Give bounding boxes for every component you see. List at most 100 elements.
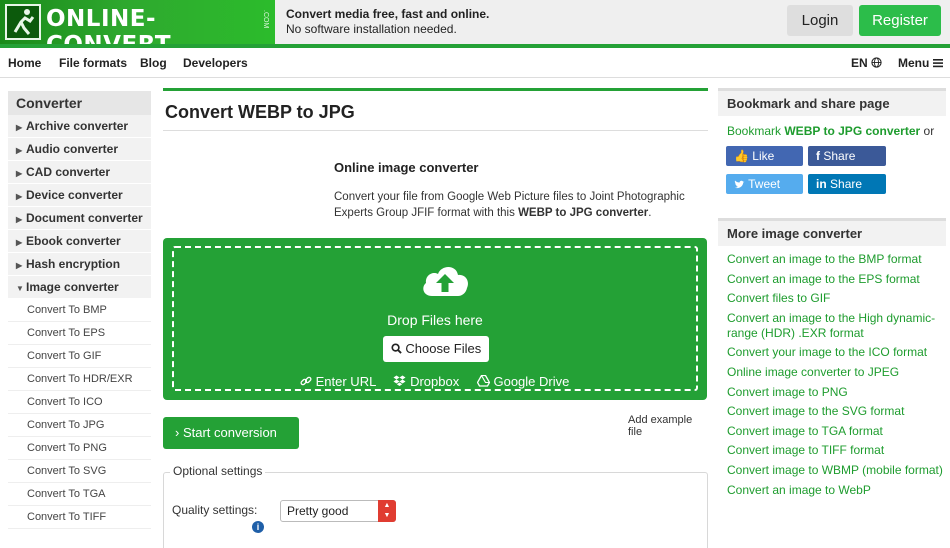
dropbox-link[interactable]: Dropbox xyxy=(393,374,462,389)
bookmark-title: Bookmark and share page xyxy=(718,88,946,116)
bookmark-link[interactable]: WEBP to JPG converter xyxy=(784,124,920,138)
converter-link-jpeg[interactable]: Online image converter to JPEG xyxy=(727,365,946,380)
main-content: Convert WEBP to JPG Online image convert… xyxy=(163,88,708,548)
share-row-1: 👍 Like 110K f Share xyxy=(718,146,946,183)
enter-url-label: Enter URL xyxy=(315,374,376,389)
converter-link-gif[interactable]: Convert files to GIF xyxy=(727,291,946,306)
tweet-label: Tweet xyxy=(748,177,781,191)
caret-right-icon: ▶ xyxy=(16,123,23,132)
sidebar-item-label: Document converter xyxy=(26,211,143,225)
drop-files-label: Drop Files here xyxy=(387,312,483,328)
converter-link-wbmp[interactable]: Convert image to WBMP (mobile format) xyxy=(727,463,946,478)
converter-link-hdr[interactable]: Convert an image to the High dynamic-ran… xyxy=(727,311,946,341)
sidebar-item-label: Hash encryption xyxy=(26,257,121,271)
caret-right-icon: ▶ xyxy=(16,238,23,247)
converter-link-bmp[interactable]: Convert an image to the BMP format xyxy=(727,252,946,267)
intro-text-end: . xyxy=(648,207,652,219)
start-conversion-label: Start conversion xyxy=(182,425,277,440)
language-selector[interactable]: EN xyxy=(851,56,882,70)
facebook-icon: f xyxy=(816,149,820,163)
nav-developers[interactable]: Developers xyxy=(183,56,248,70)
more-converters-title: More image converter xyxy=(718,218,946,246)
converter-link-webp[interactable]: Convert an image to WebP xyxy=(727,483,946,498)
sidebar-subitem-gif[interactable]: Convert To GIF xyxy=(8,345,151,368)
nav-home[interactable]: Home xyxy=(8,56,41,70)
nav-file-formats[interactable]: File formats xyxy=(59,56,127,70)
sidebar-item-image[interactable]: ▼ Image converter xyxy=(8,276,151,299)
sidebar-item-archive[interactable]: ▶ Archive converter xyxy=(8,115,151,138)
bookmark-prefix[interactable]: Bookmark xyxy=(727,124,784,138)
sidebar-item-audio[interactable]: ▶ Audio converter xyxy=(8,138,151,161)
google-drive-link[interactable]: Google Drive xyxy=(476,374,570,389)
converter-link-tiff[interactable]: Convert image to TIFF format xyxy=(727,443,946,458)
caret-right-icon: ▶ xyxy=(16,192,23,201)
converter-link-tga[interactable]: Convert image to TGA format xyxy=(727,424,946,439)
more-converters-list: Convert an image to the BMP format Conve… xyxy=(718,246,946,498)
bookmark-suffix: or xyxy=(920,124,935,138)
caret-right-icon: ▶ xyxy=(16,146,23,155)
sidebar-subitem-tiff[interactable]: Convert To TIFF xyxy=(8,506,151,529)
google-drive-icon xyxy=(476,374,491,387)
tweet-button[interactable]: Tweet xyxy=(726,174,803,194)
start-conversion-button[interactable]: › Start conversion xyxy=(163,417,299,449)
add-example-file-link[interactable]: Add example file xyxy=(628,414,708,438)
dropbox-icon xyxy=(393,375,406,386)
linkedin-share-button[interactable]: in Share xyxy=(808,174,886,194)
thumbs-up-icon: 👍 xyxy=(734,149,749,163)
sidebar-item-label: Archive converter xyxy=(26,119,129,133)
language-label: EN xyxy=(851,56,868,70)
converter-link-png[interactable]: Convert image to PNG xyxy=(727,385,946,400)
sidebar-subitem-png[interactable]: Convert To PNG xyxy=(8,437,151,460)
cloud-upload-icon xyxy=(423,267,468,296)
info-icon[interactable]: i xyxy=(252,521,264,533)
intro-text: Convert your file from Google Web Pictur… xyxy=(334,189,704,221)
intro-title: Online image converter xyxy=(334,160,479,175)
sidebar-subitem-eps[interactable]: Convert To EPS xyxy=(8,322,151,345)
logo-suffix: .COM xyxy=(262,10,269,29)
dropzone-source-links: Enter URL Dropbox Google Drive xyxy=(300,374,583,389)
logo-figure-icon xyxy=(5,4,41,40)
chevron-right-icon: › xyxy=(175,425,180,440)
converter-link-eps[interactable]: Convert an image to the EPS format xyxy=(727,272,946,287)
linkedin-share-label: Share xyxy=(830,177,863,191)
converter-link-ico[interactable]: Convert your image to the ICO format xyxy=(727,345,946,360)
sidebar-subitem-bmp[interactable]: Convert To BMP xyxy=(8,299,151,322)
sidebar-item-label: Ebook converter xyxy=(26,234,121,248)
sidebar-subitem-svg[interactable]: Convert To SVG xyxy=(8,460,151,483)
facebook-like-button[interactable]: 👍 Like 110K xyxy=(726,146,803,183)
login-button[interactable]: Login xyxy=(787,5,853,36)
register-button[interactable]: Register xyxy=(859,5,941,36)
sidebar-subitem-jpg[interactable]: Convert To JPG xyxy=(8,414,151,437)
caret-right-icon: ▶ xyxy=(16,215,23,224)
sidebar-item-label: CAD converter xyxy=(26,165,111,179)
sidebar-item-device[interactable]: ▶ Device converter xyxy=(8,184,151,207)
nav-blog[interactable]: Blog xyxy=(140,56,167,70)
sidebar-subitem-ico[interactable]: Convert To ICO xyxy=(8,391,151,414)
site-header: ONLINE-CONVERT .COM Convert media free, … xyxy=(0,0,950,58)
quality-select[interactable]: Pretty good ▲ ▼ xyxy=(280,500,396,522)
link-icon xyxy=(300,376,312,386)
intro-section: Online image converter Convert your file… xyxy=(334,160,704,221)
quality-select-value: Pretty good xyxy=(287,504,349,518)
intro-text-bold: WEBP to JPG converter xyxy=(518,207,649,219)
choose-files-button[interactable]: Choose Files xyxy=(383,336,489,362)
facebook-share-button[interactable]: f Share xyxy=(808,146,886,166)
facebook-share-label: Share xyxy=(823,149,856,163)
converter-sidebar: Converter ▶ Archive converter ▶ Audio conv… xyxy=(8,91,151,529)
menu-button[interactable]: Menu xyxy=(898,56,943,70)
sidebar-item-cad[interactable]: ▶ CAD converter xyxy=(8,161,151,184)
site-logo[interactable]: ONLINE-CONVERT .COM xyxy=(0,0,275,58)
sidebar-item-document[interactable]: ▶ Document converter xyxy=(8,207,151,230)
google-drive-label: Google Drive xyxy=(493,374,570,389)
sidebar-subitem-hdr[interactable]: Convert To HDR/EXR xyxy=(8,368,151,391)
twitter-bird-icon xyxy=(734,180,745,189)
file-dropzone[interactable]: Drop Files here Choose Files Enter URL D… xyxy=(163,238,707,400)
converter-link-svg[interactable]: Convert image to the SVG format xyxy=(727,404,946,419)
globe-icon xyxy=(871,57,882,68)
sidebar-item-hash[interactable]: ▶ Hash encryption xyxy=(8,253,151,276)
sidebar-subitem-tga[interactable]: Convert To TGA xyxy=(8,483,151,506)
menu-label: Menu xyxy=(898,56,930,70)
sidebar-item-ebook[interactable]: ▶ Ebook converter xyxy=(8,230,151,253)
enter-url-link[interactable]: Enter URL xyxy=(300,374,379,389)
tagline-line-2: No software installation needed. xyxy=(286,22,457,36)
